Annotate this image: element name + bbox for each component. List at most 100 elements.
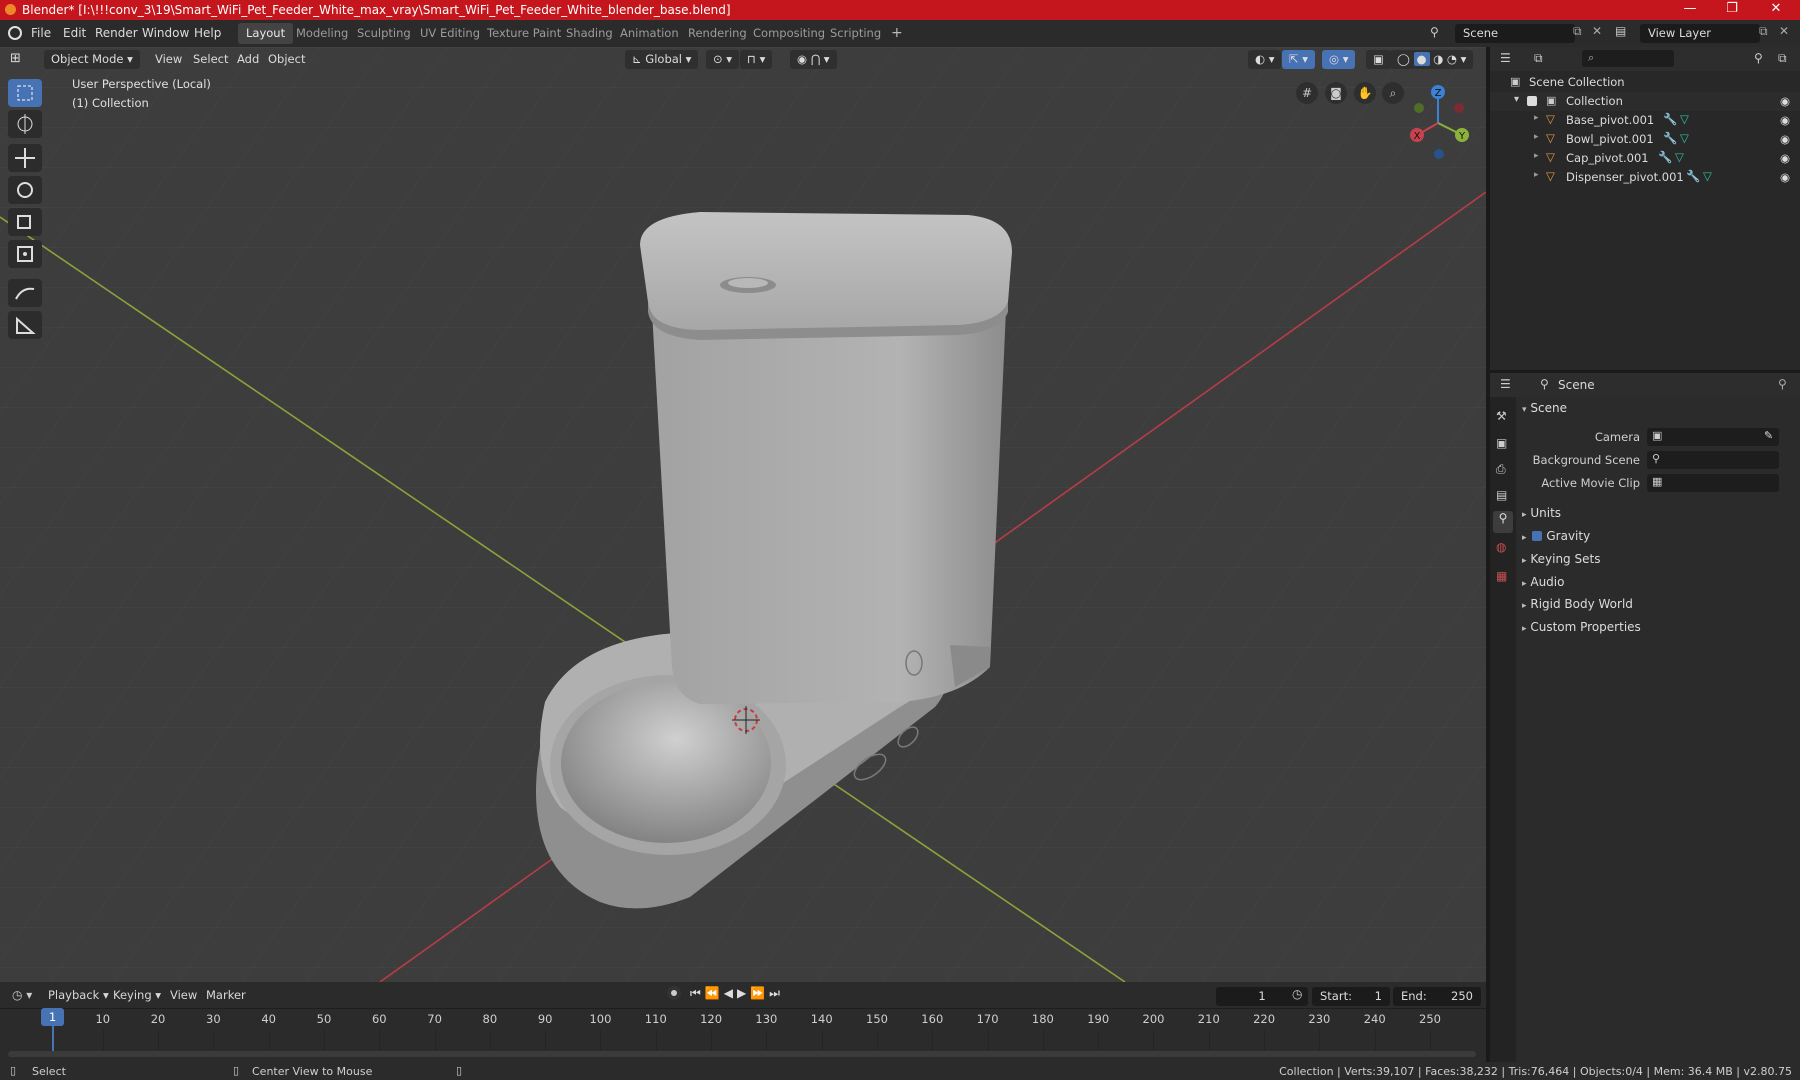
transform-orientation-dropdown[interactable]: ⊾ Global ▾ (625, 50, 699, 69)
menu-render[interactable]: Render (95, 26, 138, 40)
blender-menu-icon[interactable] (8, 26, 22, 40)
start-frame-field[interactable]: Start: 1 (1312, 987, 1390, 1006)
toggle-grid-view-icon[interactable]: # (1296, 82, 1318, 104)
active-movie-clip-field[interactable]: ▦ (1647, 474, 1779, 492)
record-button[interactable] (667, 986, 681, 1000)
scale-tool[interactable] (8, 208, 42, 236)
new-collection-icon[interactable]: ⧉ (1778, 51, 1787, 66)
outliner-search-input[interactable]: ⌕ (1582, 50, 1674, 67)
expand-object-icon[interactable]: ▸ (1534, 113, 1539, 123)
delete-scene-icon[interactable]: ✕ (1592, 24, 1602, 38)
view-layer-selector[interactable]: View Layer (1640, 24, 1760, 43)
tab-compositing[interactable]: Compositing (745, 23, 833, 44)
tab-texture-paint[interactable]: Texture Paint (479, 23, 569, 44)
object-visibility-icon[interactable]: ◉ (1780, 170, 1790, 184)
scene-tab-icon[interactable]: ⚲ (1493, 511, 1513, 533)
menu-edit[interactable]: Edit (63, 26, 86, 40)
outliner-row-object[interactable]: ▸ ▽ Base_pivot.001 🔧 ▽ ◉ (1490, 111, 1800, 130)
proportional-edit-toggle[interactable]: ◉ ⋂ ▾ (790, 50, 837, 69)
viewport-menu-select[interactable]: Select (186, 50, 235, 69)
filter-icon[interactable]: ⚲ (1754, 51, 1763, 65)
object-visibility-icon[interactable]: ◉ (1780, 132, 1790, 146)
rotate-tool[interactable] (8, 176, 42, 204)
new-scene-icon[interactable]: ⧉ (1573, 24, 1582, 39)
outliner-editor-icon[interactable]: ☰ (1500, 51, 1511, 65)
playhead-line[interactable] (52, 1026, 54, 1054)
pan-hand-icon[interactable]: ✋ (1354, 82, 1376, 104)
stopwatch-icon[interactable]: ◷ (1292, 987, 1302, 1001)
display-mode-icon[interactable]: ⧉ (1534, 51, 1543, 66)
timeline-menu-view[interactable]: View (170, 988, 197, 1002)
expand-object-icon[interactable]: ▸ (1534, 170, 1539, 180)
expand-object-icon[interactable]: ▸ (1534, 132, 1539, 142)
visibility-dropdown[interactable]: ◐ ▾ (1248, 50, 1282, 69)
panel-rigid-body-world[interactable]: ▸ Rigid Body World (1522, 597, 1633, 611)
gizmo-neg-x[interactable] (1454, 103, 1464, 113)
view-layer-icon[interactable]: ▤ (1615, 24, 1626, 38)
snap-toggle[interactable]: ⊓ ▾ (740, 50, 773, 69)
panel-units[interactable]: ▸ Units (1522, 506, 1561, 520)
outliner-row-object[interactable]: ▸ ▽ Cap_pivot.001 🔧 ▽ ◉ (1490, 149, 1800, 168)
tab-scripting[interactable]: Scripting (822, 23, 889, 44)
viewport-menu-view[interactable]: View (148, 50, 189, 69)
output-tab-icon[interactable]: ⎙ (1496, 462, 1506, 477)
collection-checkbox[interactable] (1527, 96, 1537, 106)
outliner-row-collection[interactable]: ▾ ▣ Collection ◉ (1490, 92, 1800, 111)
timeline-menu-keying[interactable]: Keying ▾ (113, 988, 161, 1002)
navigation-gizmo[interactable]: Z Y X (1405, 77, 1485, 167)
mesh-data-icon[interactable]: ▽ (1680, 112, 1689, 126)
move-tool[interactable] (8, 144, 42, 172)
expand-object-icon[interactable]: ▸ (1534, 151, 1539, 161)
maximize-button[interactable]: ❐ (1712, 1, 1752, 19)
scene-panel-header[interactable]: ▾ Scene (1522, 401, 1567, 415)
zoom-icon[interactable]: ⌕ (1382, 82, 1404, 104)
gizmo-toggle[interactable]: ⇱ ▾ (1282, 50, 1316, 69)
outliner[interactable]: ☰ ⧉ ⌕ ⚲ ⧉ ▣ Scene Collection ▾ ▣ Collect… (1490, 47, 1800, 370)
timeline-menu-playback[interactable]: Playback ▾ (48, 988, 109, 1002)
modifier-wrench-icon[interactable]: 🔧 (1663, 131, 1677, 145)
mesh-data-icon[interactable]: ▽ (1703, 169, 1712, 183)
xray-toggle[interactable]: ▣ (1366, 50, 1391, 69)
render-tab-icon[interactable]: ▣ (1496, 436, 1507, 450)
outliner-row-scene-collection[interactable]: ▣ Scene Collection (1490, 73, 1800, 92)
tab-sculpting[interactable]: Sculpting (349, 23, 419, 44)
pivot-point-dropdown[interactable]: ⊙ ▾ (706, 50, 740, 69)
add-workspace-button[interactable]: + (883, 23, 911, 44)
playback-controls[interactable]: ⏮⏪◀▶⏩⏭ (690, 986, 784, 1001)
delete-view-layer-icon[interactable]: ✕ (1779, 24, 1789, 38)
gravity-checkbox[interactable] (1532, 531, 1543, 541)
end-frame-field[interactable]: End: 250 (1393, 987, 1481, 1006)
scene-browse-icon[interactable]: ⚲ (1430, 25, 1446, 41)
menu-help[interactable]: Help (194, 26, 221, 40)
collection-visibility-icon[interactable]: ◉ (1780, 94, 1790, 108)
texture-tab-icon[interactable]: ▦ (1496, 569, 1507, 583)
shading-mode-group[interactable]: ◯ ● ◑ ◔ ▾ (1390, 50, 1474, 69)
tab-animation[interactable]: Animation (612, 23, 687, 44)
tab-rendering[interactable]: Rendering (680, 23, 755, 44)
object-mode-dropdown[interactable]: Object Mode ▾ (44, 50, 140, 69)
outliner-row-object[interactable]: ▸ ▽ Dispenser_pivot.001 🔧 ▽ ◉ (1490, 168, 1800, 187)
gizmo-neg-z[interactable] (1434, 149, 1444, 159)
view-layer-tab-icon[interactable]: ▤ (1496, 488, 1507, 502)
menu-window[interactable]: Window (142, 26, 189, 40)
timeline[interactable]: ◷ ▾ Playback ▾ Keying ▾ View Marker ⏮⏪◀▶… (0, 982, 1486, 1062)
background-scene-field[interactable]: ⚲ (1647, 451, 1779, 469)
transform-tool[interactable] (8, 240, 42, 268)
object-visibility-icon[interactable]: ◉ (1780, 113, 1790, 127)
viewport-menu-object[interactable]: Object (261, 50, 312, 69)
camera-field[interactable]: ▣ ✎ (1647, 428, 1779, 446)
viewport-canvas[interactable] (0, 47, 1486, 982)
panel-keying-sets[interactable]: ▸ Keying Sets (1522, 552, 1600, 566)
panel-custom-properties[interactable]: ▸ Custom Properties (1522, 620, 1641, 634)
eyedropper-icon[interactable]: ✎ (1764, 429, 1773, 442)
gizmo-neg-y[interactable] (1414, 103, 1424, 113)
pin-icon[interactable]: ⚲ (1778, 377, 1787, 391)
mesh-data-icon[interactable]: ▽ (1680, 131, 1689, 145)
minimize-button[interactable]: — (1670, 1, 1710, 19)
annotate-tool[interactable] (8, 279, 42, 307)
timeline-scrollbar[interactable] (8, 1051, 1476, 1057)
cursor-tool[interactable] (8, 110, 42, 138)
tool-tab-icon[interactable]: ⚒ (1496, 409, 1507, 423)
new-view-layer-icon[interactable]: ⧉ (1759, 24, 1768, 39)
outliner-row-object[interactable]: ▸ ▽ Bowl_pivot.001 🔧 ▽ ◉ (1490, 130, 1800, 149)
